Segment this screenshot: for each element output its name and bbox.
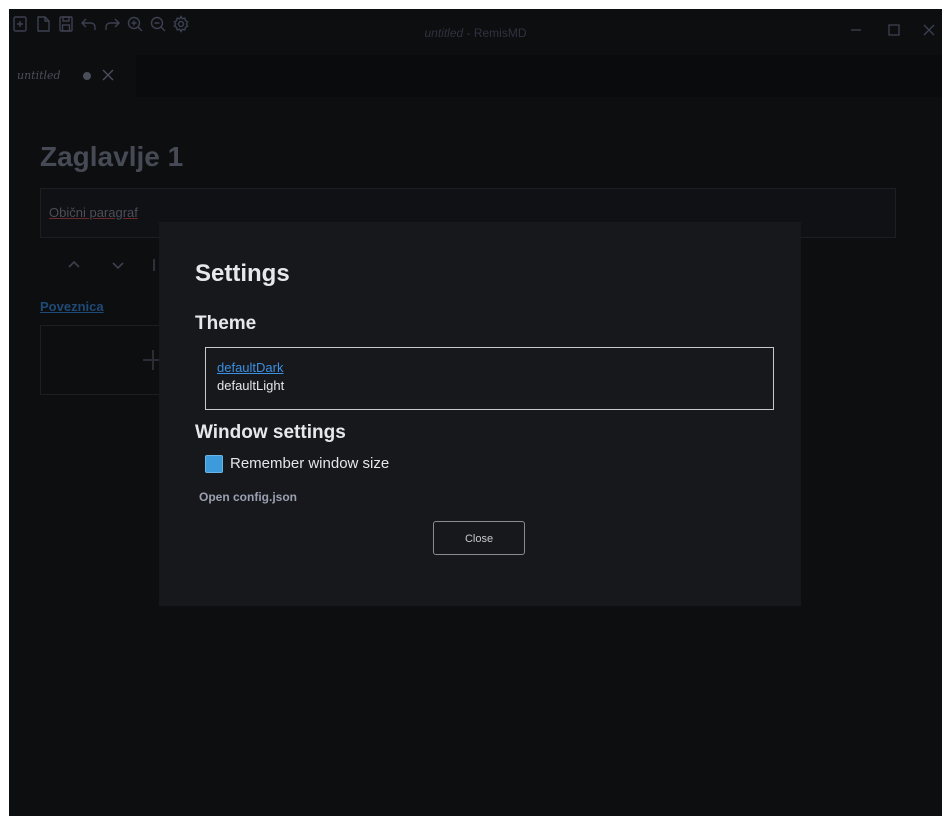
theme-option-default-light[interactable]: defaultLight (217, 378, 284, 393)
close-button[interactable]: Close (433, 521, 525, 555)
tab-label: untitled (17, 69, 61, 82)
remember-window-size-label[interactable]: Remember window size (230, 455, 389, 472)
window-title: untitled - RemisMD (424, 26, 527, 40)
move-down-icon[interactable] (110, 257, 126, 273)
link-block[interactable]: Poveznica (40, 299, 104, 314)
theme-option-default-dark[interactable]: defaultDark (217, 360, 283, 375)
move-up-icon[interactable] (66, 257, 82, 273)
remember-window-size-checkbox[interactable] (205, 455, 223, 473)
dialog-title: Settings (195, 260, 290, 287)
minimize-icon[interactable] (848, 22, 864, 38)
tab-strip: untitled (9, 55, 942, 97)
add-block-area[interactable] (40, 325, 165, 395)
settings-dialog: Settings Theme defaultDark defaultLight … (159, 222, 801, 606)
theme-list: defaultDark defaultLight (205, 347, 774, 410)
app-window: untitled - RemisMD untitled Zaglavlje 1 … (9, 9, 942, 816)
title-bar: untitled - RemisMD (9, 9, 942, 55)
close-tab-icon[interactable] (101, 68, 115, 82)
heading-block[interactable]: Zaglavlje 1 (40, 141, 183, 173)
open-config-link[interactable]: Open config.json (199, 490, 297, 504)
tab-untitled[interactable]: untitled (9, 55, 136, 97)
paragraph-text: Obični paragraf (49, 205, 138, 220)
unsaved-dot-icon (83, 72, 91, 80)
close-window-icon[interactable] (921, 22, 937, 38)
theme-heading: Theme (195, 313, 257, 334)
maximize-icon[interactable] (886, 22, 902, 38)
window-settings-heading: Window settings (195, 422, 346, 443)
